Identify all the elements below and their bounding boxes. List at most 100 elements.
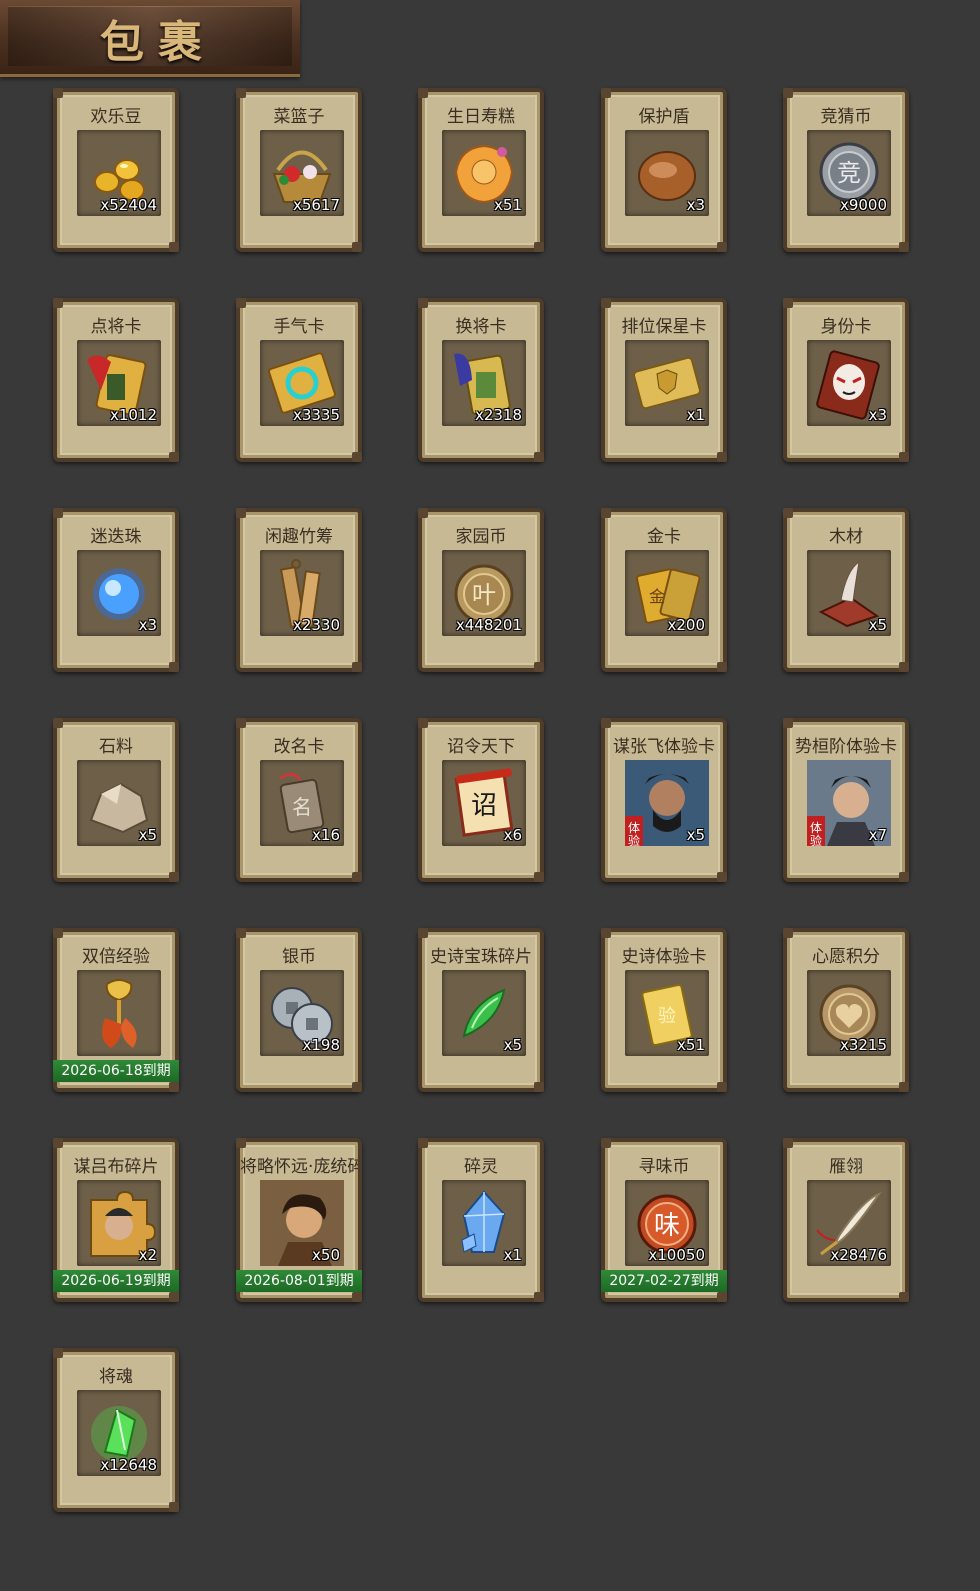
item-slot: 竞 x9000 (807, 130, 891, 216)
inventory-item-card[interactable]: 谋吕布碎片 x2 2026-06-19到期 (53, 1138, 179, 1302)
item-name: 心愿积分 (812, 947, 880, 967)
item-slot: x1012 (77, 340, 161, 426)
expiry-banner: 2026-08-01到期 (236, 1270, 362, 1292)
inventory-title-bar: 包裹 (0, 0, 300, 77)
inventory-item-card[interactable]: 身份卡 x3 (783, 298, 909, 462)
item-count: x28476 (830, 1246, 887, 1264)
item-name: 生日寿糕 (447, 107, 515, 127)
svg-text:诏: 诏 (471, 791, 497, 821)
item-name: 史诗体验卡 (621, 947, 707, 967)
item-name: 谋张飞体验卡 (613, 737, 715, 757)
item-name: 势桓阶体验卡 (795, 737, 897, 757)
inventory-item-card[interactable]: 换将卡 x2318 (418, 298, 544, 462)
inventory-item-card[interactable]: 寻味币味 x10050 2027-02-27到期 (601, 1138, 727, 1302)
inventory-item-card[interactable]: 家园币叶 x448201 (418, 508, 544, 672)
item-slot: x3 (807, 340, 891, 426)
item-name: 诏令天下 (447, 737, 515, 757)
inventory-item-card[interactable]: 木材 x5 (783, 508, 909, 672)
inventory-item-card[interactable]: 史诗宝珠碎片 x5 (418, 928, 544, 1092)
svg-text:味: 味 (654, 1211, 680, 1241)
inventory-item-card[interactable]: 谋张飞体验卡体验 x5 (601, 718, 727, 882)
inventory-item-card[interactable]: 保护盾 x3 (601, 88, 727, 252)
inventory-item-card[interactable]: 心愿积分 x3215 (783, 928, 909, 1092)
item-name: 寻味币 (638, 1157, 690, 1177)
item-slot: 味 x10050 (625, 1180, 709, 1266)
item-count: x1 (686, 406, 705, 424)
inventory-item-card[interactable]: 将魂 x12648 (53, 1348, 179, 1512)
inventory-item-card[interactable]: 欢乐豆 x52404 (53, 88, 179, 252)
inventory-item-card[interactable]: 点将卡 x1012 (53, 298, 179, 462)
item-slot: 名 x16 (260, 760, 344, 846)
item-count: x5 (868, 616, 887, 634)
item-name: 闲趣竹筹 (265, 527, 333, 547)
svg-text:金: 金 (649, 587, 665, 606)
item-slot: x28476 (807, 1180, 891, 1266)
item-name: 欢乐豆 (90, 107, 142, 127)
item-slot: x5 (807, 550, 891, 636)
item-name: 手气卡 (273, 317, 325, 337)
item-slot: x2318 (442, 340, 526, 426)
item-slot: x2 (77, 1180, 161, 1266)
item-count: x2330 (292, 616, 340, 634)
item-count: x198 (302, 1036, 340, 1054)
item-name: 家园币 (455, 527, 507, 547)
item-count: x3 (138, 616, 157, 634)
item-count: x1 (503, 1246, 522, 1264)
item-count: x3335 (292, 406, 340, 424)
expiry-banner: 2026-06-18到期 (53, 1060, 179, 1082)
item-count: x2 (138, 1246, 157, 1264)
inventory-item-card[interactable]: 石料 x5 (53, 718, 179, 882)
svg-text:名: 名 (292, 795, 312, 819)
expiry-banner: 2027-02-27到期 (601, 1270, 727, 1292)
inventory-item-card[interactable]: 雁翎 x28476 (783, 1138, 909, 1302)
item-slot: 体验 x5 (625, 760, 709, 846)
item-count: x6 (503, 826, 522, 844)
item-name: 碎灵 (464, 1157, 498, 1177)
item-slot: x3215 (807, 970, 891, 1056)
item-name: 双倍经验 (82, 947, 150, 967)
inventory-item-card[interactable]: 手气卡 x3335 (236, 298, 362, 462)
inventory-item-card[interactable]: 双倍经验 2026-06-18到期 (53, 928, 179, 1092)
item-slot: x50 (260, 1180, 344, 1266)
svg-text:竞: 竞 (837, 159, 861, 187)
inventory-item-card[interactable]: 竞猜币竞 x9000 (783, 88, 909, 252)
inventory-item-card[interactable]: 势桓阶体验卡体验 x7 (783, 718, 909, 882)
item-name: 保护盾 (638, 107, 690, 127)
inventory-item-card[interactable]: 将略怀远·庞统碎片 x50 2026-08-01到期 (236, 1138, 362, 1302)
inventory-item-card[interactable]: 生日寿糕 x51 (418, 88, 544, 252)
item-name: 迷迭珠 (90, 527, 142, 547)
item-count: x12648 (100, 1456, 157, 1474)
inventory-item-card[interactable]: 迷迭珠 x3 (53, 508, 179, 672)
inventory-item-card[interactable]: 菜篮子 x5617 (236, 88, 362, 252)
inventory-item-card[interactable]: 排位保星卡 x1 (601, 298, 727, 462)
inventory-item-card[interactable]: 银币 x198 (236, 928, 362, 1092)
inventory-item-card[interactable]: 史诗体验卡验 x51 (601, 928, 727, 1092)
item-slot: x12648 (77, 1390, 161, 1476)
item-count: x5 (138, 826, 157, 844)
inventory-item-card[interactable]: 碎灵 x1 (418, 1138, 544, 1302)
item-slot: x1 (625, 340, 709, 426)
item-count: x9000 (839, 196, 887, 214)
inventory-item-card[interactable]: 改名卡名 x16 (236, 718, 362, 882)
item-count: x3 (868, 406, 887, 424)
item-name: 改名卡 (273, 737, 325, 757)
inventory-item-card[interactable]: 诏令天下诏 x6 (418, 718, 544, 882)
item-slot: x5617 (260, 130, 344, 216)
svg-text:体: 体 (628, 821, 640, 835)
item-slot: x1 (442, 1180, 526, 1266)
double-exp-icon (102, 979, 137, 1048)
svg-text:验: 验 (658, 1006, 676, 1027)
item-name: 点将卡 (90, 317, 142, 337)
item-name: 身份卡 (820, 317, 872, 337)
item-name: 菜篮子 (273, 107, 325, 127)
item-slot: 体验 x7 (807, 760, 891, 846)
item-slot: x3335 (260, 340, 344, 426)
item-count: x3215 (839, 1036, 887, 1054)
page-title: 包裹 (100, 17, 216, 68)
item-count: x5 (686, 826, 705, 844)
item-name: 石料 (99, 737, 133, 757)
inventory-item-card[interactable]: 闲趣竹筹 x2330 (236, 508, 362, 672)
inventory-item-card[interactable]: 金卡金 x200 (601, 508, 727, 672)
item-count: x5 (503, 1036, 522, 1054)
item-name: 史诗宝珠碎片 (430, 947, 532, 967)
